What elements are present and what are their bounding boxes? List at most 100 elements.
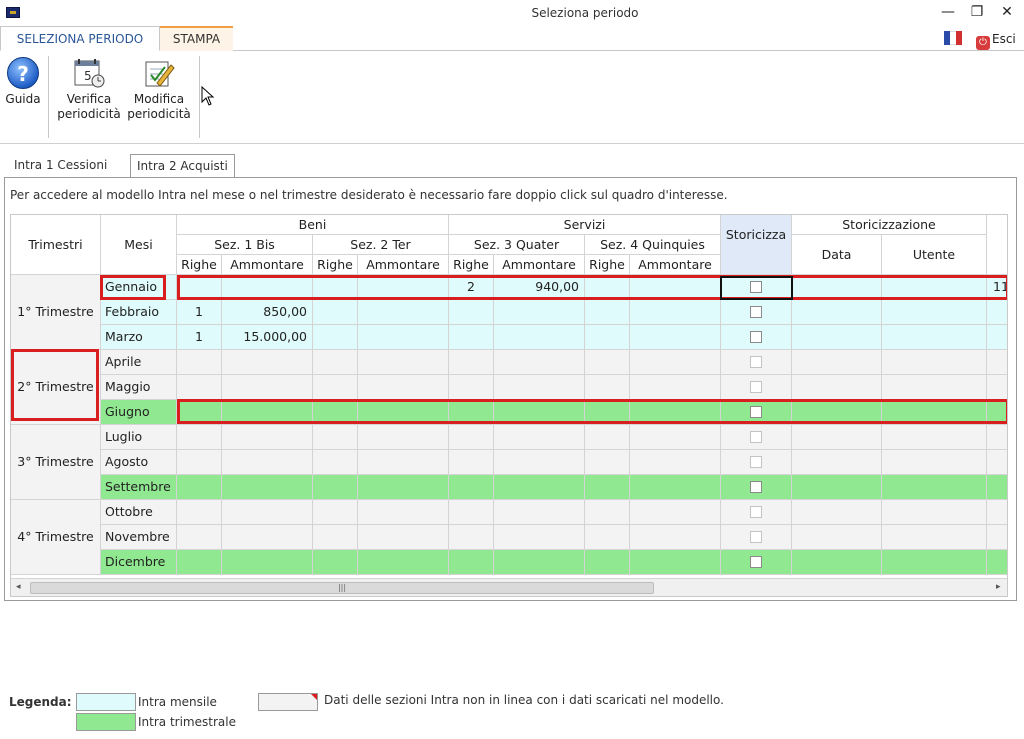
data-cell[interactable] (630, 400, 721, 425)
data-cell[interactable] (449, 525, 494, 550)
storicizza-checkbox[interactable] (750, 431, 762, 443)
data-cell[interactable] (313, 525, 358, 550)
extra-cell[interactable]: 11 (987, 275, 1007, 300)
data-cell[interactable] (358, 325, 449, 350)
extra-cell[interactable] (987, 550, 1007, 575)
data-cell[interactable] (222, 450, 313, 475)
data-cell[interactable] (358, 500, 449, 525)
data-cell[interactable] (222, 400, 313, 425)
storicizza-cell[interactable] (721, 550, 792, 575)
data-cell[interactable] (313, 450, 358, 475)
storicizza-cell[interactable] (721, 450, 792, 475)
data-cell[interactable] (630, 300, 721, 325)
utente-cell[interactable] (882, 275, 987, 300)
data-cell[interactable] (449, 350, 494, 375)
quarter-cell[interactable]: 1° Trimestre (11, 275, 101, 350)
month-cell[interactable]: Settembre (101, 475, 177, 500)
data-cell[interactable] (222, 500, 313, 525)
extra-cell[interactable] (987, 475, 1007, 500)
data-cell[interactable] (358, 475, 449, 500)
storicizza-checkbox[interactable] (750, 506, 762, 518)
storicizza-cell[interactable] (721, 400, 792, 425)
utente-cell[interactable] (882, 450, 987, 475)
data-cell[interactable] (358, 525, 449, 550)
data-cell[interactable] (358, 550, 449, 575)
data-date-cell[interactable] (792, 475, 882, 500)
storicizza-cell[interactable] (721, 525, 792, 550)
data-cell[interactable] (358, 275, 449, 300)
verifica-periodicita-button[interactable]: 5 Verifica periodicità (56, 57, 122, 122)
data-cell[interactable] (449, 325, 494, 350)
data-cell[interactable] (630, 550, 721, 575)
data-cell[interactable] (630, 350, 721, 375)
data-cell[interactable] (494, 400, 585, 425)
data-cell[interactable] (222, 375, 313, 400)
modifica-periodicita-button[interactable]: Modifica periodicità (126, 57, 192, 122)
utente-cell[interactable] (882, 325, 987, 350)
scrollbar-thumb[interactable]: ||| (30, 582, 654, 594)
extra-cell[interactable] (987, 300, 1007, 325)
extra-cell[interactable] (987, 425, 1007, 450)
data-cell[interactable] (494, 550, 585, 575)
data-cell[interactable] (449, 550, 494, 575)
data-cell[interactable] (585, 500, 630, 525)
utente-cell[interactable] (882, 375, 987, 400)
data-cell[interactable] (494, 350, 585, 375)
storicizza-cell[interactable] (721, 500, 792, 525)
data-cell[interactable] (449, 400, 494, 425)
storicizza-cell[interactable] (721, 350, 792, 375)
data-cell[interactable] (177, 275, 222, 300)
utente-cell[interactable] (882, 525, 987, 550)
data-cell[interactable] (177, 350, 222, 375)
data-cell[interactable] (313, 550, 358, 575)
extra-cell[interactable] (987, 350, 1007, 375)
storicizza-cell[interactable] (721, 375, 792, 400)
data-cell[interactable] (177, 450, 222, 475)
storicizza-checkbox[interactable] (750, 356, 762, 368)
data-cell[interactable] (313, 375, 358, 400)
month-cell[interactable]: Ottobre (101, 500, 177, 525)
storicizza-checkbox[interactable] (750, 406, 762, 418)
data-cell[interactable] (222, 350, 313, 375)
data-cell[interactable] (177, 425, 222, 450)
data-cell[interactable]: 15.000,00 (222, 325, 313, 350)
data-cell[interactable] (630, 275, 721, 300)
month-cell[interactable]: Luglio (101, 425, 177, 450)
data-cell[interactable] (177, 500, 222, 525)
storicizza-checkbox[interactable] (750, 556, 762, 568)
data-cell[interactable] (494, 375, 585, 400)
storicizza-cell[interactable] (721, 300, 792, 325)
data-cell[interactable] (313, 500, 358, 525)
guida-button[interactable]: ? Guida (4, 57, 42, 107)
restore-icon[interactable]: ❐ (964, 2, 990, 22)
horizontal-scrollbar[interactable]: ◂ ||| ▸ (11, 578, 1007, 596)
data-cell[interactable] (449, 300, 494, 325)
close-icon[interactable]: ✕ (994, 2, 1020, 22)
data-date-cell[interactable] (792, 550, 882, 575)
ribbon-tab-stampa[interactable]: STAMPA (160, 26, 233, 51)
data-cell[interactable] (222, 525, 313, 550)
storicizza-cell[interactable] (721, 425, 792, 450)
data-cell[interactable] (313, 275, 358, 300)
data-cell[interactable] (585, 425, 630, 450)
data-cell[interactable] (222, 475, 313, 500)
data-cell[interactable] (358, 450, 449, 475)
data-date-cell[interactable] (792, 425, 882, 450)
month-cell[interactable]: Gennaio (101, 275, 177, 300)
data-cell[interactable] (222, 425, 313, 450)
data-cell[interactable]: 2 (449, 275, 494, 300)
minimize-icon[interactable]: — (935, 2, 961, 22)
data-cell[interactable] (177, 375, 222, 400)
data-cell[interactable] (358, 425, 449, 450)
storicizza-checkbox[interactable] (750, 306, 762, 318)
month-cell[interactable]: Marzo (101, 325, 177, 350)
quarter-cell[interactable]: 3° Trimestre (11, 425, 101, 500)
data-date-cell[interactable] (792, 400, 882, 425)
data-cell[interactable] (358, 350, 449, 375)
data-cell[interactable] (585, 375, 630, 400)
scroll-right-icon[interactable]: ▸ (996, 582, 1001, 592)
utente-cell[interactable] (882, 550, 987, 575)
quarter-cell[interactable]: 4° Trimestre (11, 500, 101, 575)
data-cell[interactable] (494, 475, 585, 500)
data-cell[interactable] (585, 450, 630, 475)
